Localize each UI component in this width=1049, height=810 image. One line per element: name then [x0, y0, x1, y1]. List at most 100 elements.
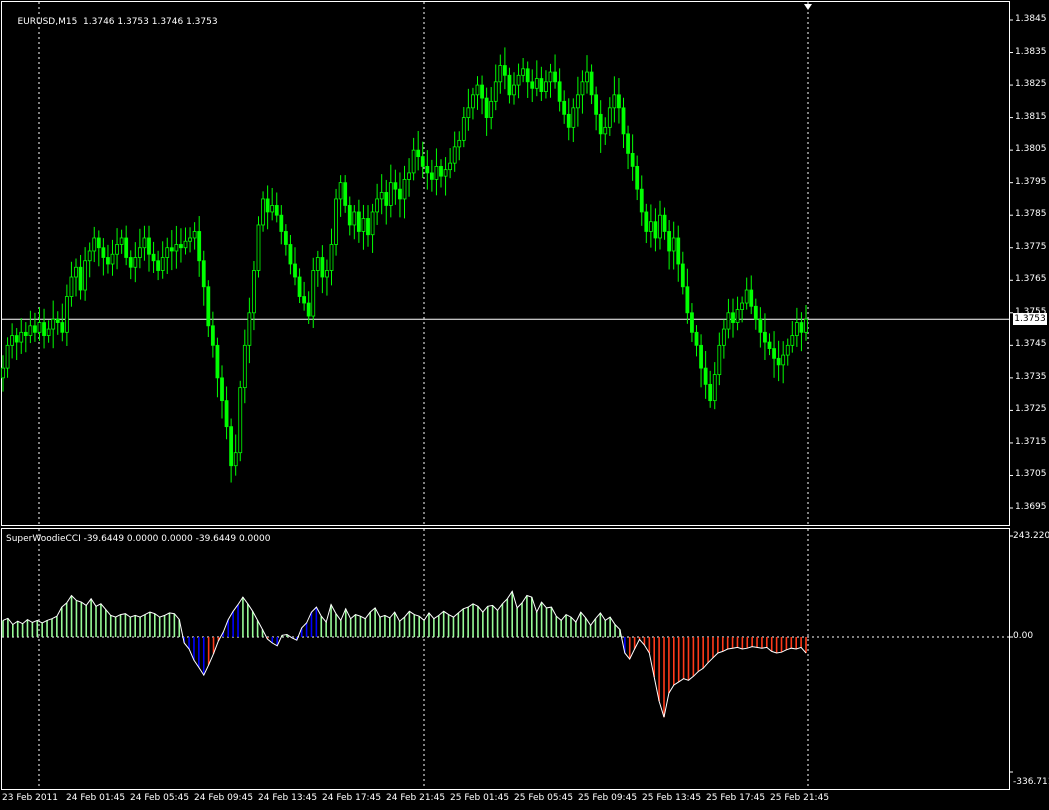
candle-body: [630, 152, 635, 167]
candle-body: [653, 221, 658, 239]
ohlc-values: 1.3746 1.3753 1.3746 1.3753: [83, 17, 218, 27]
candle-body: [101, 247, 106, 258]
price-tick-label: 1.3695: [1015, 502, 1047, 512]
candle-body: [347, 205, 352, 226]
candle-body: [648, 221, 653, 232]
price-tick-label: 1.3795: [1015, 176, 1047, 187]
symbol-timeframe: EURUSD,M15: [17, 17, 78, 27]
candle-body: [279, 214, 284, 232]
candle-body: [23, 331, 28, 336]
candle-body: [772, 348, 776, 359]
candle-body: [685, 286, 690, 314]
candle-body: [635, 165, 640, 190]
candle-body: [644, 211, 649, 232]
candle-body: [311, 270, 316, 317]
candle-body: [215, 344, 220, 379]
time-label: 25 Feb 05:45: [514, 793, 574, 803]
candle-body: [804, 318, 808, 333]
candle-body: [557, 81, 562, 102]
candle-body: [785, 344, 790, 356]
candle-body: [534, 78, 539, 89]
price-chart-panel[interactable]: EURUSD,M15 1.3746 1.3753 1.3746 1.3753 1…: [0, 0, 1049, 526]
candle-body: [799, 322, 804, 333]
candle-body: [28, 325, 33, 336]
candle-body: [676, 237, 681, 265]
candle-body: [402, 179, 407, 200]
candle-body: [726, 312, 731, 330]
candle-body: [356, 211, 361, 232]
candle-body: [55, 318, 60, 323]
candle-body: [731, 312, 735, 323]
candle-body: [242, 344, 247, 389]
candle-body: [124, 237, 129, 258]
candle-body: [717, 344, 722, 376]
candle-body: [429, 172, 434, 180]
candle-body: [379, 192, 384, 200]
candle-body: [580, 81, 585, 96]
price-tick-label: 1.3745: [1015, 339, 1047, 350]
candle-body: [201, 260, 206, 288]
candle-body: [174, 244, 179, 252]
symbol-label: EURUSD,M15 1.3746 1.3753 1.3746 1.3753: [6, 7, 218, 37]
candle-body: [612, 94, 617, 109]
candle-body: [744, 289, 749, 304]
candle-body: [740, 302, 745, 310]
time-label: 24 Feb 01:45: [66, 793, 126, 803]
candle-body: [238, 387, 243, 454]
candle-body: [115, 244, 119, 255]
indicator-zero-value: 0.00: [1013, 631, 1034, 641]
candle-body: [384, 192, 389, 206]
candle-body: [51, 318, 56, 330]
candle-body: [110, 253, 115, 265]
candle-body: [302, 296, 307, 304]
candle-body: [224, 400, 229, 428]
candle-body: [594, 94, 599, 115]
candle-body: [758, 318, 763, 333]
price-tick-label: 1.3775: [1015, 241, 1047, 252]
indicator-canvas[interactable]: [0, 528, 1049, 790]
candle-body: [671, 237, 676, 252]
price-tick-label: 1.3725: [1015, 404, 1047, 415]
candle-body: [14, 335, 19, 343]
candle-body: [575, 94, 580, 109]
candle-body: [749, 289, 754, 307]
candle-body: [457, 139, 462, 148]
candle-body: [502, 65, 507, 76]
candle-body: [160, 257, 165, 271]
candle-body: [753, 305, 758, 320]
candle-body: [119, 237, 124, 245]
candle-body: [603, 126, 608, 135]
candle-body: [388, 182, 393, 206]
candle-body: [83, 260, 88, 291]
candle-body: [169, 247, 174, 252]
price-chart-canvas[interactable]: [0, 0, 1049, 526]
candle-body: [69, 276, 74, 297]
candle-body: [370, 211, 375, 236]
candle-body: [74, 266, 78, 278]
candle-body: [512, 84, 516, 96]
candle-body: [133, 257, 138, 268]
candle-body: [690, 312, 694, 333]
time-label: 25 Feb 13:45: [642, 793, 702, 803]
candle-body: [37, 322, 42, 333]
candle-body: [325, 270, 329, 278]
candle-body: [639, 188, 644, 213]
candle-body: [10, 335, 15, 346]
candle-body: [92, 237, 97, 252]
candle-body: [712, 374, 717, 402]
candle-body: [343, 182, 348, 206]
candle-body: [794, 322, 799, 336]
candle-body: [151, 253, 156, 262]
candle-body: [288, 244, 293, 265]
candle-body: [776, 357, 781, 366]
candle-body: [1, 367, 5, 379]
candle-body: [425, 165, 430, 174]
candle-body: [315, 257, 320, 271]
candle-body: [658, 214, 662, 239]
candle-body: [334, 198, 338, 245]
time-label: 24 Feb 17:45: [322, 793, 382, 803]
candle-body: [19, 331, 24, 343]
candle-body: [589, 71, 594, 96]
time-label: 24 Feb 09:45: [194, 793, 254, 803]
indicator-panel[interactable]: SuperWoodieCCI -39.6449 0.0000 0.0000 -3…: [0, 528, 1049, 790]
